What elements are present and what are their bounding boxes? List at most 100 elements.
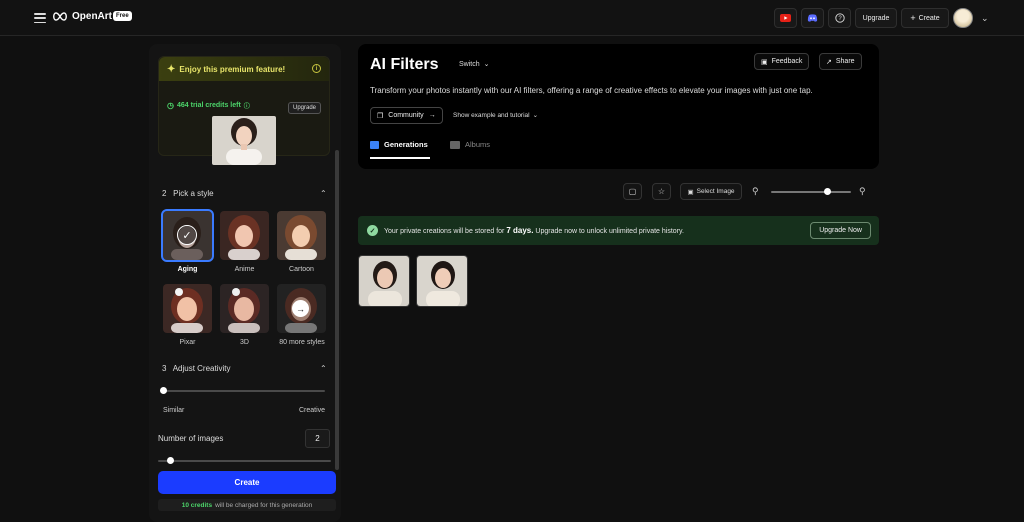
show-example-toggle[interactable]: Show example and tutorial ⌄ — [453, 111, 539, 120]
num-images-label: Number of images — [158, 434, 224, 443]
folder-icon — [450, 140, 460, 149]
checkmark-icon: ✓ — [177, 225, 197, 245]
discord-icon — [807, 14, 818, 22]
share-label: Share — [835, 58, 855, 65]
step-number: 3 — [162, 364, 167, 373]
switch-label: Switch — [459, 60, 480, 68]
credits-charge-note: 10 credits will be charged for this gene… — [158, 499, 336, 511]
style-label: Aging — [177, 266, 198, 273]
page-description: Transform your photos instantly with our… — [370, 86, 813, 95]
info-icon: ⓘ — [243, 104, 250, 110]
filter-settings-panel: ✦ Enjoy this premium feature! i ◷ 464 tr… — [149, 44, 341, 522]
arrow-right-icon: → — [428, 112, 436, 119]
num-images-input[interactable]: 2 — [305, 429, 330, 448]
style-label: Pixar — [179, 339, 196, 346]
ai-filters-header-card: AI Filters Switch ⌄ ▣ Feedback ↗ Share T… — [358, 44, 879, 169]
private-history-notice: ✓ Your private creations will be stored … — [358, 216, 879, 245]
openart-logo-icon — [53, 12, 67, 21]
community-button[interactable]: ❐ Community → — [370, 107, 443, 124]
zoom-in-icon[interactable]: ⚲ — [859, 186, 866, 197]
style-card-aging[interactable]: ✓ — [161, 209, 214, 262]
create-generation-button[interactable]: Create — [158, 471, 336, 494]
image-icon — [370, 140, 379, 149]
active-tab-indicator — [370, 157, 430, 159]
openart-logo[interactable]: OpenArt — [52, 11, 112, 22]
tab-label: Albums — [465, 140, 491, 149]
adjust-creativity-heading: 3 Adjust Creativity — [162, 364, 230, 373]
style-card-more-styles[interactable]: → — [277, 284, 326, 333]
logo-text: OpenArt — [72, 11, 112, 22]
switch-dropdown[interactable]: Switch ⌄ — [459, 60, 490, 69]
collapse-caret-icon[interactable]: ⌃ — [320, 189, 327, 198]
chevron-down-icon[interactable]: ⌄ — [981, 13, 989, 24]
notice-highlight: 7 days. — [506, 226, 534, 235]
chevron-down-icon: ⌄ — [483, 61, 490, 68]
create-label: Create — [918, 14, 940, 22]
creativity-max-label: Creative — [299, 407, 326, 414]
chevron-down-icon: ⌄ — [532, 112, 539, 119]
page-title: AI Filters — [370, 56, 439, 73]
notice-text-after: Upgrade now to unlock unlimited private … — [535, 228, 684, 235]
pick-style-heading: 2 Pick a style — [162, 189, 214, 198]
style-label: Anime — [234, 266, 255, 273]
sparkle-icon: ✦ — [167, 63, 176, 75]
creativity-slider-handle[interactable] — [159, 387, 167, 394]
trial-credits-text: 464 trial credits left — [176, 102, 241, 109]
svg-text:?: ? — [838, 16, 842, 22]
upgrade-now-button[interactable]: Upgrade Now — [810, 222, 871, 239]
select-image-button[interactable]: ▣ Select Image — [680, 183, 742, 200]
discord-button[interactable] — [801, 8, 824, 28]
community-icon: ❐ — [377, 112, 384, 120]
zoom-slider-handle[interactable] — [823, 188, 831, 195]
arrow-right-icon: → — [292, 300, 309, 317]
promo-header: ✦ Enjoy this premium feature! i — [159, 57, 329, 81]
help-button[interactable]: ? — [828, 8, 851, 28]
upgrade-mini-button[interactable]: Upgrade — [287, 102, 321, 114]
share-button[interactable]: ↗ Share — [819, 53, 862, 70]
step-number: 2 — [162, 189, 167, 198]
num-images-slider-handle[interactable] — [166, 457, 174, 464]
style-card-anime[interactable] — [220, 211, 269, 260]
style-card-pixar[interactable] — [163, 284, 212, 333]
style-label: 3D — [240, 339, 249, 346]
user-avatar[interactable] — [953, 8, 973, 28]
style-card-cartoon[interactable] — [277, 211, 326, 260]
check-circle-icon: ✓ — [367, 225, 378, 236]
square-icon: ▢ — [628, 187, 637, 196]
upgrade-label: Upgrade — [862, 14, 890, 22]
create-button[interactable]: + Create — [901, 8, 949, 28]
plan-badge: Free — [113, 11, 132, 21]
help-icon: ? — [834, 13, 845, 23]
panel-scrollbar[interactable] — [335, 150, 339, 470]
info-icon[interactable]: i — [312, 64, 321, 73]
youtube-button[interactable] — [774, 8, 797, 28]
trial-credits: ◷ 464 trial credits left ⓘ — [167, 101, 250, 110]
menu-icon[interactable] — [34, 13, 46, 23]
clock-icon: ◷ — [167, 101, 174, 110]
favorites-button[interactable]: ☆ — [652, 183, 671, 200]
creativity-slider[interactable] — [163, 390, 325, 392]
style-label: Cartoon — [289, 266, 314, 273]
select-icon: ▣ — [687, 188, 694, 196]
community-label: Community — [388, 112, 424, 119]
credits-note-text: will be charged for this generation — [215, 501, 313, 509]
num-images-slider[interactable] — [158, 460, 331, 462]
generated-image[interactable] — [416, 255, 468, 307]
credits-amount: 10 credits — [181, 501, 213, 509]
upgrade-button[interactable]: Upgrade — [855, 8, 897, 28]
tab-albums[interactable]: Albums — [450, 140, 490, 149]
feedback-button[interactable]: ▣ Feedback — [754, 53, 810, 70]
zoom-out-icon[interactable]: ⚲ — [752, 186, 759, 197]
feedback-label: Feedback — [771, 58, 803, 65]
tab-generations[interactable]: Generations — [370, 140, 428, 149]
collapse-caret-icon[interactable]: ⌃ — [320, 364, 327, 373]
creativity-min-label: Similar — [163, 407, 185, 414]
select-all-checkbox[interactable]: ▢ — [623, 183, 642, 200]
uploaded-photo-preview — [212, 116, 276, 165]
generated-image[interactable] — [358, 255, 410, 307]
style-card-3d[interactable] — [220, 284, 269, 333]
style-label: 80 more styles — [279, 339, 325, 346]
top-navigation-bar: OpenArt Free ? Upgrade + Create ⌄ — [0, 0, 1024, 36]
zoom-slider[interactable] — [771, 191, 851, 193]
step-title: Pick a style — [173, 189, 214, 198]
